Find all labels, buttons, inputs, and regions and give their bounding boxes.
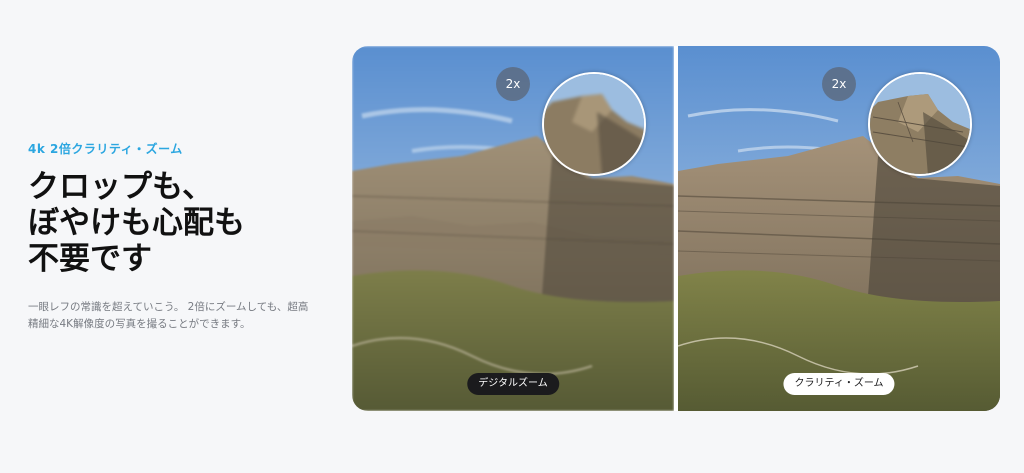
description-line: 一眼レフの常識を超えていこう。 2倍にズームしても、超高	[28, 301, 309, 313]
page: 4k 2倍クラリティ・ズーム クロップも、 ぼやけも心配も 不要です 一眼レフの…	[0, 0, 1024, 473]
description-line: 精細な4K解像度の写真を撮ることができます。	[28, 318, 251, 330]
intro-copy: 4k 2倍クラリティ・ズーム クロップも、 ぼやけも心配も 不要です 一眼レフの…	[28, 140, 328, 333]
clarity-zoom-panel: 2x クラリティ・ズーム	[678, 46, 1000, 411]
magnified-peak	[544, 74, 644, 174]
clarity-zoom-label: クラリティ・ズーム	[783, 373, 895, 395]
magnifier-loupe	[868, 72, 972, 176]
digital-zoom-panel: 2x デジタルズーム	[352, 46, 674, 411]
zoom-level-badge: 2x	[496, 67, 530, 101]
headline: クロップも、 ぼやけも心配も 不要です	[28, 169, 328, 277]
description: 一眼レフの常識を超えていこう。 2倍にズームしても、超高 精細な4K解像度の写真…	[28, 299, 328, 333]
digital-zoom-label: デジタルズーム	[467, 373, 559, 395]
headline-line: 不要です	[28, 241, 152, 277]
magnifier-loupe	[542, 72, 646, 176]
magnified-peak	[870, 74, 970, 174]
eyebrow: 4k 2倍クラリティ・ズーム	[28, 142, 183, 156]
comparison-image: 2x デジタルズーム 2x クラリティ・ズーム	[352, 46, 1000, 411]
zoom-level-badge: 2x	[822, 67, 856, 101]
headline-line: クロップも、	[28, 169, 214, 205]
headline-line: ぼやけも心配も	[28, 205, 245, 241]
